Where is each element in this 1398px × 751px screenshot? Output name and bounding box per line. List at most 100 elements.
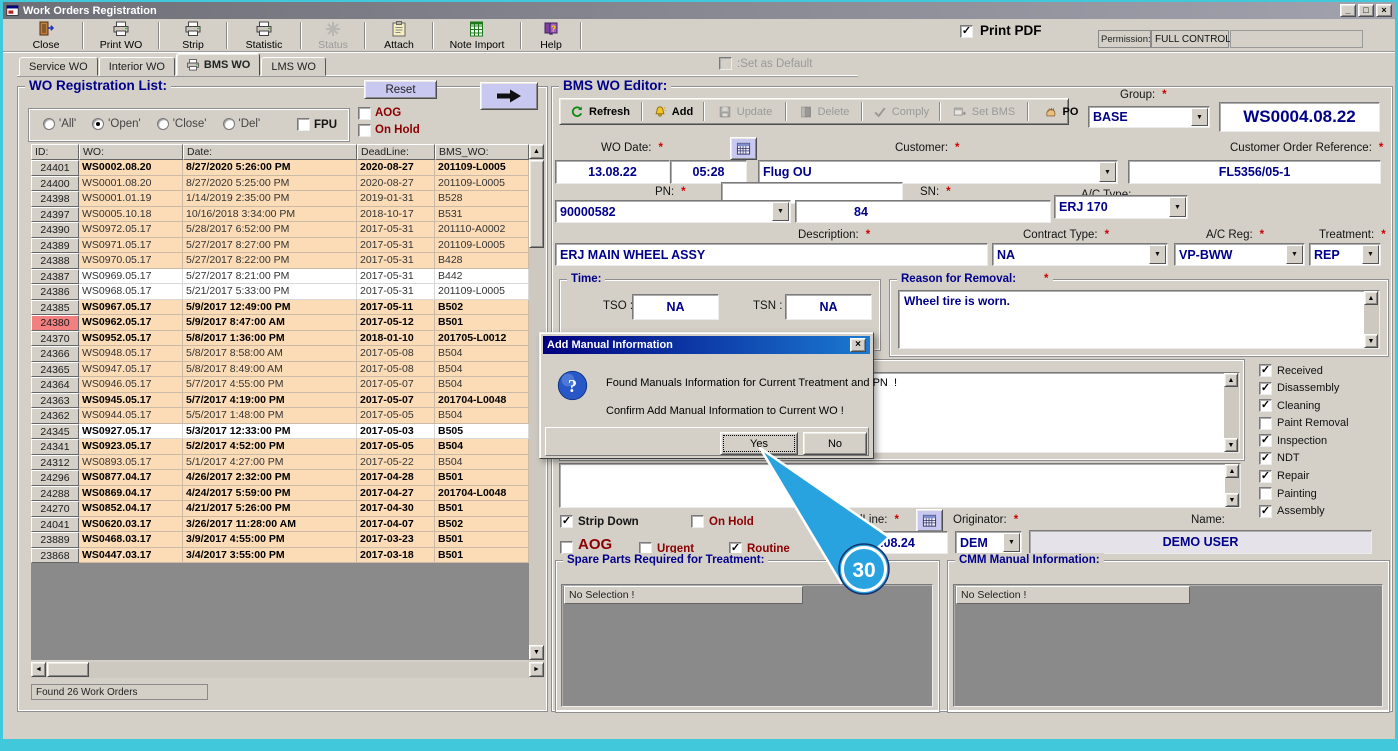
close-window-button[interactable]: × [1376, 4, 1392, 17]
step-repair[interactable]: ✓ Repair [1259, 469, 1391, 483]
table-row-WS0923.05.17[interactable]: 24341 WS0923.05.17 5/2/2017 4:52:00 PM 2017… [31, 439, 529, 455]
ac-type-combobox[interactable]: ERJ 170 ▼ [1054, 195, 1188, 219]
notes-textarea[interactable] [559, 463, 1241, 508]
table-row-WS0968.05.17[interactable]: 24386 WS0968.05.17 5/21/2017 5:33:00 PM 201… [31, 284, 529, 300]
toolbar-button-status[interactable]: Status [305, 20, 361, 51]
table-hscrollbar[interactable]: ◄ ► [31, 662, 545, 678]
scroll-down-button[interactable]: ▼ [1364, 334, 1378, 348]
tab-service-wo[interactable]: Service WO [19, 57, 98, 76]
table-row-WS0946.05.17[interactable]: 24364 WS0946.05.17 5/7/2017 4:55:00 PM 2017… [31, 377, 529, 393]
table-row-WS0447.03.17[interactable]: 23868 WS0447.03.17 3/4/2017 3:55:00 PM 2017… [31, 547, 529, 563]
reset-button[interactable]: Reset [364, 80, 437, 99]
scroll-down-button[interactable]: ▼ [1224, 438, 1238, 452]
scroll-up-button[interactable]: ▲ [1364, 291, 1378, 305]
scroll-up-button[interactable]: ▲ [529, 144, 544, 159]
tab-lms-wo[interactable]: LMS WO [261, 57, 326, 76]
yes-button[interactable]: Yes [720, 432, 798, 455]
no-button[interactable]: No [803, 432, 867, 455]
table-row-WS0869.04.17[interactable]: 24288 WS0869.04.17 4/24/2017 5:59:00 PM 201… [31, 485, 529, 501]
cor-field[interactable]: FL5356/05-1 [1128, 160, 1381, 184]
tso-field[interactable]: NA [632, 294, 719, 320]
ac-reg-combobox[interactable]: VP-BWW ▼ [1174, 243, 1305, 266]
vscroll-thumb[interactable] [529, 160, 544, 248]
editor-toolbar-add[interactable]: Add [645, 101, 701, 123]
wo-date-field[interactable]: 13.08.22 [555, 160, 670, 184]
step-received[interactable]: ✓ Received [1259, 364, 1391, 377]
strip-down-checkbox[interactable]: ✓ [560, 515, 573, 528]
deadline-field[interactable]: 22.08.24 [833, 531, 948, 554]
scroll-right-button[interactable]: ► [529, 662, 544, 677]
step-painting[interactable]: Painting [1259, 487, 1391, 501]
scroll-up-button[interactable]: ▲ [1224, 373, 1238, 387]
editor-toolbar-comply[interactable]: Comply [865, 101, 937, 123]
chevron-down-icon[interactable]: ▼ [1362, 245, 1379, 264]
filter-radio-all[interactable]: 'All' [43, 118, 76, 130]
print-pdf-checkbox[interactable]: ✓ [960, 25, 973, 38]
col-header-wo[interactable]: WO: [79, 144, 183, 160]
step-cleaning[interactable]: ✓ Cleaning [1259, 399, 1391, 413]
table-row-WS0927.05.17[interactable]: 24345 WS0927.05.17 5/3/2017 12:33:00 PM 201… [31, 423, 529, 439]
table-row-WS0944.05.17[interactable]: 24362 WS0944.05.17 5/5/2017 1:48:00 PM 2017… [31, 408, 529, 424]
toolbar-button-statistic[interactable]: Statistic [231, 20, 297, 51]
table-row-WS0001.01.19[interactable]: 24398 WS0001.01.19 1/14/2019 2:35:00 PM 201… [31, 191, 529, 207]
contract-type-combobox[interactable]: NA ▼ [992, 243, 1168, 266]
col-header-bms-wo[interactable]: BMS_WO: [435, 144, 529, 160]
table-row-WS0962.05.17[interactable]: 24380 WS0962.05.17 5/9/2017 8:47:00 AM 2017… [31, 315, 529, 331]
toolbar-button-note-import[interactable]: Note Import [437, 20, 517, 51]
aog-filter-checkbox[interactable] [358, 107, 371, 120]
originator-combobox[interactable]: DEM ▼ [955, 531, 1022, 554]
toolbar-button-close[interactable]: Close [13, 20, 79, 51]
editor-toolbar-delete[interactable]: Delete [789, 101, 859, 123]
col-header-deadline[interactable]: DeadLine: [357, 144, 435, 160]
scroll-down-button[interactable]: ▼ [529, 645, 544, 660]
chevron-down-icon[interactable]: ▼ [1003, 533, 1020, 552]
set-as-default-checkbox[interactable] [719, 57, 732, 70]
col-header-date[interactable]: Date: [183, 144, 357, 160]
editor-toolbar-set-bms[interactable]: Set BMS [943, 101, 1025, 123]
hscroll-thumb[interactable] [47, 662, 89, 677]
step-assembly[interactable]: ✓ Assembly [1259, 504, 1391, 518]
table-row-WS0620.03.17[interactable]: 24041 WS0620.03.17 3/26/2017 11:28:00 AM 20… [31, 516, 529, 532]
scroll-left-button[interactable]: ◄ [31, 662, 46, 677]
chevron-down-icon[interactable]: ▼ [1149, 245, 1166, 264]
step-ndt[interactable]: ✓ NDT [1259, 451, 1391, 465]
on-hold-checkbox[interactable] [691, 515, 704, 528]
chevron-down-icon[interactable]: ▼ [1191, 108, 1208, 126]
table-row-WS0002.08.20[interactable]: 24401 WS0002.08.20 8/27/2020 5:26:00 PM 202… [31, 160, 529, 176]
description-field[interactable]: ERJ MAIN WHEEL ASSY [555, 243, 988, 266]
table-row-WS0947.05.17[interactable]: 24365 WS0947.05.17 5/8/2017 8:49:00 AM 2017… [31, 361, 529, 377]
table-row-WS0877.04.17[interactable]: 24296 WS0877.04.17 4/26/2017 2:32:00 PM 201… [31, 470, 529, 486]
filter-radio-open[interactable]: 'Open' [92, 118, 141, 130]
table-row-WS0948.05.17[interactable]: 24366 WS0948.05.17 5/8/2017 8:58:00 AM 2017… [31, 346, 529, 362]
table-row-WS0967.05.17[interactable]: 24385 WS0967.05.17 5/9/2017 12:49:00 PM 201… [31, 299, 529, 315]
table-row-WS0952.05.17[interactable]: 24370 WS0952.05.17 5/8/2017 1:36:00 PM 2018… [31, 330, 529, 346]
sn-field[interactable]: 84 [795, 200, 1051, 223]
tab-bms-wo[interactable]: BMS WO [175, 53, 261, 76]
table-row-WS0468.03.17[interactable]: 23889 WS0468.03.17 3/9/2017 4:55:00 PM 2017… [31, 532, 529, 548]
reason-scrollbar[interactable]: ▲ ▼ [1364, 291, 1379, 348]
scroll-down-button[interactable]: ▼ [1225, 493, 1239, 507]
fpu-checkbox[interactable] [297, 118, 310, 131]
step-inspection[interactable]: ✓ Inspection [1259, 434, 1391, 448]
chevron-down-icon[interactable]: ▼ [1169, 197, 1186, 217]
wo-date-calendar-button[interactable] [730, 137, 757, 160]
col-header-id[interactable]: ID: [31, 144, 79, 160]
work-required-scrollbar[interactable]: ▲ ▼ [1224, 373, 1239, 452]
editor-toolbar-refresh[interactable]: Refresh [561, 101, 639, 123]
table-row-WS0852.04.17[interactable]: 24270 WS0852.04.17 4/21/2017 5:26:00 PM 201… [31, 501, 529, 517]
chevron-down-icon[interactable]: ▼ [1286, 245, 1303, 264]
toolbar-button-print-wo[interactable]: Print WO [87, 20, 155, 51]
maximize-button[interactable]: □ [1358, 4, 1374, 17]
table-row-WS0970.05.17[interactable]: 24388 WS0970.05.17 5/27/2017 8:22:00 PM 201… [31, 253, 529, 269]
table-row-WS0005.10.18[interactable]: 24397 WS0005.10.18 10/16/2018 3:34:00 PM 20… [31, 206, 529, 222]
deadline-calendar-button[interactable] [916, 509, 943, 532]
chevron-down-icon[interactable]: ▼ [772, 202, 789, 221]
treatment-combobox[interactable]: REP ▼ [1309, 243, 1381, 266]
tab-interior-wo[interactable]: Interior WO [98, 57, 175, 76]
filter-radio-close[interactable]: 'Close' [156, 118, 207, 130]
step-disassembly[interactable]: ✓ Disassembly [1259, 381, 1391, 395]
step-paint-removal[interactable]: Paint Removal [1259, 416, 1391, 430]
table-row-WS0972.05.17[interactable]: 24390 WS0972.05.17 5/28/2017 6:52:00 PM 201… [31, 222, 529, 238]
scroll-up-button[interactable]: ▲ [1225, 464, 1239, 478]
filter-radio-del[interactable]: 'Del' [222, 118, 260, 130]
